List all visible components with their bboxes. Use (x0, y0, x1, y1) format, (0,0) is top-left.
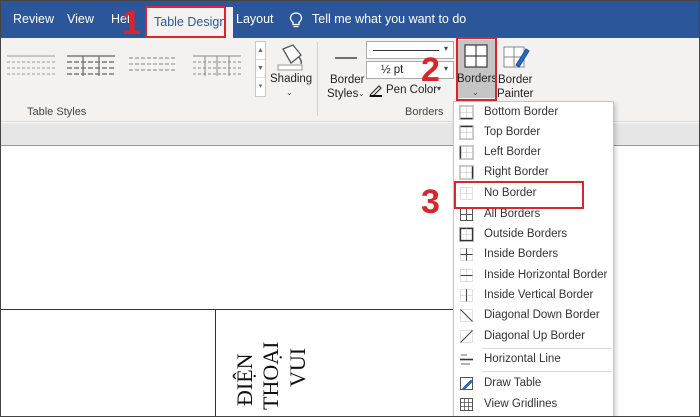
menu-item-right-border[interactable]: Right Border (454, 163, 613, 183)
inside-borders-icon (460, 248, 473, 261)
line-weight-select[interactable]: ½ pt ▾ (366, 61, 454, 79)
menu-item-label: Inside Vertical Border (484, 289, 594, 301)
top-border-icon (459, 125, 474, 140)
highlight-table-design-tab (145, 6, 226, 38)
border-styles-dropdown-icon[interactable]: ⌄ (358, 89, 365, 98)
diagonal-down-border-icon (460, 309, 473, 322)
tab-layout[interactable]: Layout (236, 1, 274, 38)
shading-button[interactable]: Shading (270, 73, 312, 85)
highlight-no-border-item (454, 181, 584, 209)
vertical-text-line-2: THOẠI (258, 341, 283, 410)
menu-item-label: Right Border (484, 166, 549, 178)
view-gridlines-icon (460, 398, 473, 411)
diagonal-up-border-icon (460, 330, 473, 343)
table-column-border (215, 309, 216, 416)
menu-item-draw-table[interactable]: Draw Table (454, 374, 613, 394)
shading-dropdown-icon[interactable]: ⌄ (286, 88, 293, 97)
table-style-thumbnail[interactable] (127, 52, 179, 80)
table-styles-gallery (5, 42, 259, 94)
highlight-borders-button (456, 37, 497, 101)
right-border-icon (459, 165, 474, 180)
ribbon-separator (317, 42, 318, 116)
draw-table-icon (460, 377, 473, 390)
table-top-border (1, 309, 453, 310)
menu-item-diagonal-down-border[interactable]: Diagonal Down Border (454, 306, 613, 326)
menu-item-inside-borders[interactable]: Inside Borders (454, 245, 613, 265)
table-styles-group-label: Table Styles (27, 106, 87, 118)
border-painter-label-2[interactable]: Painter (497, 88, 533, 100)
vertical-text-line-1: ĐIỆN (232, 353, 257, 406)
menu-item-label: Diagonal Down Border (484, 309, 600, 321)
tab-review[interactable]: Review (13, 1, 54, 38)
line-style-dropdown-icon[interactable]: ▾ (444, 44, 448, 53)
borders-group-label: Borders (405, 106, 444, 118)
gallery-scroll-up-icon[interactable]: ▲ (256, 42, 265, 60)
step-number-2: 2 (421, 51, 440, 89)
menu-item-label: Draw Table (484, 377, 542, 389)
left-border-icon (459, 145, 474, 160)
border-styles-icon[interactable] (333, 48, 359, 68)
vertical-text-line-3: VUI (285, 347, 310, 387)
table-style-thumbnail[interactable] (5, 52, 57, 80)
menu-item-label: Horizontal Line (484, 353, 561, 365)
menu-item-view-gridlines[interactable]: View Gridlines (454, 395, 613, 415)
tab-view[interactable]: View (67, 1, 94, 38)
menu-item-label: Inside Borders (484, 248, 559, 260)
lightbulb-icon (289, 12, 303, 28)
border-painter-icon[interactable] (502, 43, 530, 71)
shading-bucket-icon[interactable] (275, 43, 305, 71)
menu-item-label: Bottom Border (484, 106, 559, 118)
menu-item-label: Diagonal Up Border (484, 330, 586, 342)
line-weight-value: ½ pt (381, 64, 404, 76)
gallery-scroll-down-icon[interactable]: ▼ (256, 60, 265, 78)
word-window: Review View Hel Table Design Layout Tell… (0, 0, 700, 417)
menu-separator (482, 371, 612, 372)
menu-item-outside-borders[interactable]: Outside Borders (454, 225, 613, 245)
table-style-thumbnail[interactable] (191, 52, 243, 80)
menu-item-label: View Gridlines (484, 398, 558, 410)
line-style-select[interactable]: ▾ (366, 41, 454, 59)
pen-color-icon[interactable] (369, 83, 383, 97)
menu-item-label: All Borders (484, 208, 541, 220)
gallery-more-icon[interactable]: ▾ (256, 78, 265, 96)
menu-item-label: Inside Horizontal Border (484, 269, 608, 281)
outside-borders-icon (459, 227, 474, 242)
menu-separator (482, 348, 612, 349)
step-number-1: 1 (122, 4, 141, 42)
bottom-border-icon (459, 105, 474, 120)
ribbon-tab-bar: Review View Hel Table Design Layout Tell… (1, 1, 699, 38)
border-painter-label-1[interactable]: Border (498, 74, 533, 86)
inside-horizontal-border-icon (460, 269, 473, 282)
menu-item-label: Outside Borders (484, 228, 568, 240)
menu-item-top-border[interactable]: Top Border (454, 123, 613, 143)
menu-item-inside-horizontal-border[interactable]: Inside Horizontal Border (454, 266, 613, 286)
table-style-thumbnail[interactable] (65, 52, 117, 80)
menu-item-left-border[interactable]: Left Border (454, 143, 613, 163)
tell-me-search[interactable]: Tell me what you want to do (312, 1, 466, 38)
inside-vertical-border-icon (460, 289, 473, 302)
menu-item-label: Left Border (484, 146, 541, 158)
border-styles-label-1[interactable]: Border (330, 74, 365, 86)
menu-item-diagonal-up-border[interactable]: Diagonal Up Border (454, 327, 613, 347)
gallery-scroller[interactable]: ▲ ▼ ▾ (255, 41, 266, 97)
line-weight-dropdown-icon[interactable]: ▾ (444, 64, 448, 73)
all-borders-icon (460, 208, 473, 221)
menu-item-label: Top Border (484, 126, 541, 138)
step-number-3: 3 (421, 183, 440, 221)
menu-item-horizontal-line[interactable]: Horizontal Line (454, 350, 613, 370)
horizontal-line-icon (460, 354, 473, 365)
border-styles-label-2[interactable]: Styles (327, 88, 358, 100)
borders-dropdown-menu: Bottom Border Top Border Left Border Rig… (453, 101, 614, 416)
menu-item-inside-vertical-border[interactable]: Inside Vertical Border (454, 286, 613, 306)
menu-item-bottom-border[interactable]: Bottom Border (454, 103, 613, 123)
